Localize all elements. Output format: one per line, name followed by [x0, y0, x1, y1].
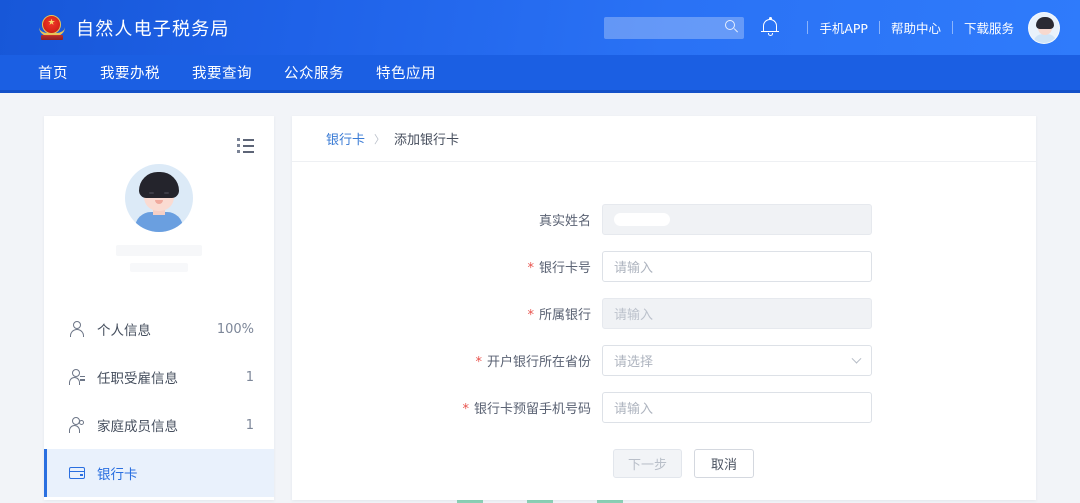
required-asterisk: *	[462, 402, 469, 417]
chevron-down-icon[interactable]	[851, 353, 862, 364]
header-divider-1	[807, 21, 809, 34]
label-text: 所属银行	[538, 308, 591, 323]
main-navigation: 首页 我要办税 我要查询 公众服务 特色应用	[0, 55, 1080, 93]
sidebar-item-bank-card[interactable]: 银行卡	[44, 449, 274, 497]
breadcrumb-current: 添加银行卡	[394, 133, 460, 148]
breadcrumb-separator-icon: 〉	[374, 132, 386, 146]
label-bank-name: * 所属银行	[292, 304, 602, 323]
label-text: 银行卡预留手机号码	[473, 402, 591, 417]
search-input[interactable]	[604, 16, 745, 39]
bank-name-placeholder: 请输入	[614, 308, 654, 323]
header-link-help-center[interactable]: 帮助中心	[891, 18, 941, 37]
brand: 自然人电子税务局	[38, 14, 230, 42]
person-lines-icon	[69, 369, 85, 385]
required-asterisk: *	[527, 261, 534, 276]
label-real-name: 真实姓名	[538, 214, 591, 229]
person-icon	[69, 321, 85, 337]
bank-card-icon	[69, 465, 85, 481]
card-number-input[interactable]: 请输入	[602, 251, 872, 282]
sidebar-item-count: 100%	[216, 321, 254, 337]
sidebar-item-label: 个人信息	[97, 323, 151, 339]
header-right-tools: 手机APP 帮助中心 下载服务	[604, 0, 1060, 55]
header-divider-2	[878, 21, 880, 34]
sidebar-menu: 个人信息 100% 任职受雇信息 1 家庭成员信息 1 银行卡	[44, 305, 274, 500]
label-text: 银行卡号	[538, 261, 591, 276]
tax-emblem-icon	[38, 14, 66, 42]
sidebar-item-label: 银行卡	[97, 467, 138, 483]
form-row-bank-province: * 开户银行所在省份 请选择	[292, 345, 1036, 376]
form-row-card-number: * 银行卡号 请输入	[292, 251, 1036, 282]
cancel-button[interactable]: 取消	[694, 449, 755, 478]
label-text: 开户银行所在省份	[486, 355, 591, 370]
main-content-card: 银行卡 〉 添加银行卡 真实姓名 * 银行卡号 请输入 * 所属银行 请输入 *…	[292, 116, 1036, 500]
real-name-redacted-value	[614, 213, 670, 226]
page-body: 个人信息 100% 任职受雇信息 1 家庭成员信息 1 银行卡 银行卡 〉 添加…	[0, 93, 1080, 500]
phone-input[interactable]: 请输入	[602, 392, 872, 423]
form-actions: 下一步 取消	[292, 449, 1036, 478]
label-card-number: * 银行卡号	[292, 257, 602, 276]
nav-item-query[interactable]: 我要查询	[192, 62, 252, 83]
bank-name-input: 请输入	[602, 298, 872, 329]
phone-placeholder: 请输入	[614, 402, 654, 417]
search-icon[interactable]	[725, 19, 739, 34]
sidebar-item-label: 任职受雇信息	[97, 371, 178, 387]
required-asterisk: *	[475, 355, 482, 370]
breadcrumb: 银行卡 〉 添加银行卡	[292, 116, 1036, 162]
header-link-mobile-app[interactable]: 手机APP	[819, 18, 868, 37]
profile-avatar-illustration	[125, 164, 193, 232]
sidebar-item-count: 1	[245, 369, 254, 385]
nav-item-tax-filing[interactable]: 我要办税	[100, 62, 160, 83]
person-group-icon	[69, 417, 85, 433]
bank-province-placeholder: 请选择	[614, 355, 654, 370]
sidebar-item-family-members[interactable]: 家庭成员信息 1	[44, 401, 274, 449]
label-phone: * 银行卡预留手机号码	[292, 398, 602, 417]
sidebar-item-label: 家庭成员信息	[97, 419, 178, 435]
sidebar-item-security-center[interactable]: 安全中心	[44, 497, 274, 500]
sidebar-panel: 个人信息 100% 任职受雇信息 1 家庭成员信息 1 银行卡	[44, 116, 274, 500]
breadcrumb-parent-link[interactable]: 银行卡	[326, 129, 365, 148]
sidebar-item-personal-info[interactable]: 个人信息 100%	[44, 305, 274, 353]
bell-icon[interactable]	[760, 16, 780, 39]
add-bank-card-form: 真实姓名 * 银行卡号 请输入 * 所属银行 请输入 * 开户银行所在省份 请选…	[292, 162, 1036, 478]
form-row-phone: * 银行卡预留手机号码 请输入	[292, 392, 1036, 423]
site-title: 自然人电子税务局	[76, 18, 230, 40]
user-avatar-icon[interactable]	[1028, 11, 1060, 44]
required-asterisk: *	[527, 308, 534, 323]
header-divider-3	[951, 21, 953, 34]
label-bank-province: * 开户银行所在省份	[292, 351, 602, 370]
next-step-button[interactable]: 下一步	[613, 449, 683, 478]
nav-item-home[interactable]: 首页	[38, 62, 68, 83]
top-header-bar: 自然人电子税务局 手机APP 帮助中心 下载服务	[0, 0, 1080, 55]
header-link-download-service[interactable]: 下载服务	[964, 18, 1014, 37]
real-name-field	[602, 204, 872, 235]
sidebar-item-employment-info[interactable]: 任职受雇信息 1	[44, 353, 274, 401]
form-row-bank-name: * 所属银行 请输入	[292, 298, 1036, 329]
sidebar-item-count: 1	[245, 417, 254, 433]
bank-province-select[interactable]: 请选择	[602, 345, 872, 376]
nav-item-public-service[interactable]: 公众服务	[284, 62, 344, 83]
list-menu-icon[interactable]	[237, 138, 254, 153]
card-number-placeholder: 请输入	[614, 261, 654, 276]
profile-name-redacted	[116, 245, 202, 256]
profile-subtitle-redacted	[130, 263, 188, 272]
form-row-real-name: 真实姓名	[292, 204, 1036, 235]
nav-item-featured-apps[interactable]: 特色应用	[376, 62, 436, 83]
